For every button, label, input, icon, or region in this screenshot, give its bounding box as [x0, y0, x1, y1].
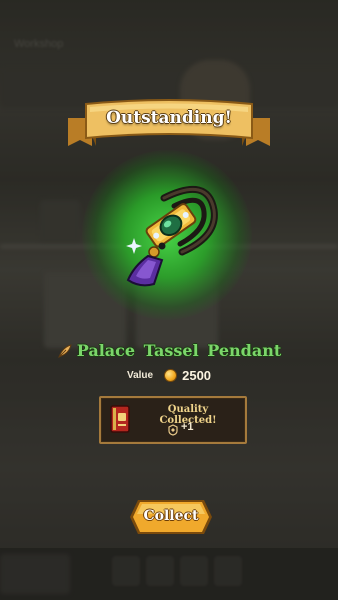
banner-title: Outstanding!: [106, 108, 232, 128]
item-name: Palace Tassel Pendant: [76, 341, 282, 360]
collect-button[interactable]: Collect: [128, 498, 214, 536]
item-name-row: Palace Tassel Pendant: [0, 341, 338, 360]
value-amount: 2500: [182, 368, 212, 383]
quality-bonus-value: +1: [181, 421, 194, 433]
item-value-row: Value 2500: [0, 368, 338, 383]
value-label: Value: [126, 370, 154, 381]
pendant-icon: [118, 180, 228, 298]
rank-icon: [167, 421, 179, 436]
quality-collected-panel: Quality Collected! +1: [99, 396, 247, 444]
collect-button-label: Collect: [143, 508, 199, 524]
quill-icon: [57, 343, 73, 359]
coin-icon: [165, 370, 177, 381]
quality-book-icon: [109, 404, 131, 434]
reward-screen: Workshop Outstanding! Palace Tassel Pend…: [0, 0, 338, 600]
quality-bonus: +1: [167, 421, 194, 436]
result-banner: Outstanding!: [66, 96, 272, 154]
